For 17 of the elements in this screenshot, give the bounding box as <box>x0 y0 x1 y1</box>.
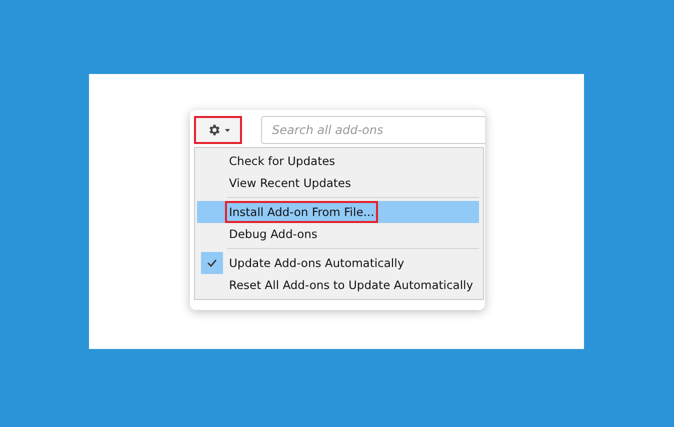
menu-item[interactable]: View Recent Updates <box>197 172 479 194</box>
menu-item[interactable]: Check for Updates <box>197 150 479 172</box>
menu-item-label: Reset All Add-ons to Update Automatically <box>228 277 474 294</box>
menu-item-label: Check for Updates <box>228 153 336 170</box>
checkmark-icon <box>207 259 217 267</box>
menu-item[interactable]: Update Add-ons Automatically <box>197 252 479 274</box>
menu-item[interactable]: Install Add-on From File... <box>197 201 479 223</box>
menu-item[interactable]: Reset All Add-ons to Update Automatically <box>197 274 479 296</box>
menu-item[interactable]: Debug Add-ons <box>197 223 479 245</box>
menu-item-label: Update Add-ons Automatically <box>228 255 406 272</box>
gear-icon <box>206 123 220 137</box>
menu-item-label: Install Add-on From File... <box>225 201 378 223</box>
search-field[interactable]: Search all add-ons <box>261 116 485 144</box>
tools-button[interactable] <box>194 116 242 144</box>
menu-item-label: Debug Add-ons <box>228 226 318 243</box>
menu-item-label: View Recent Updates <box>228 175 352 192</box>
caret-icon <box>224 128 230 132</box>
